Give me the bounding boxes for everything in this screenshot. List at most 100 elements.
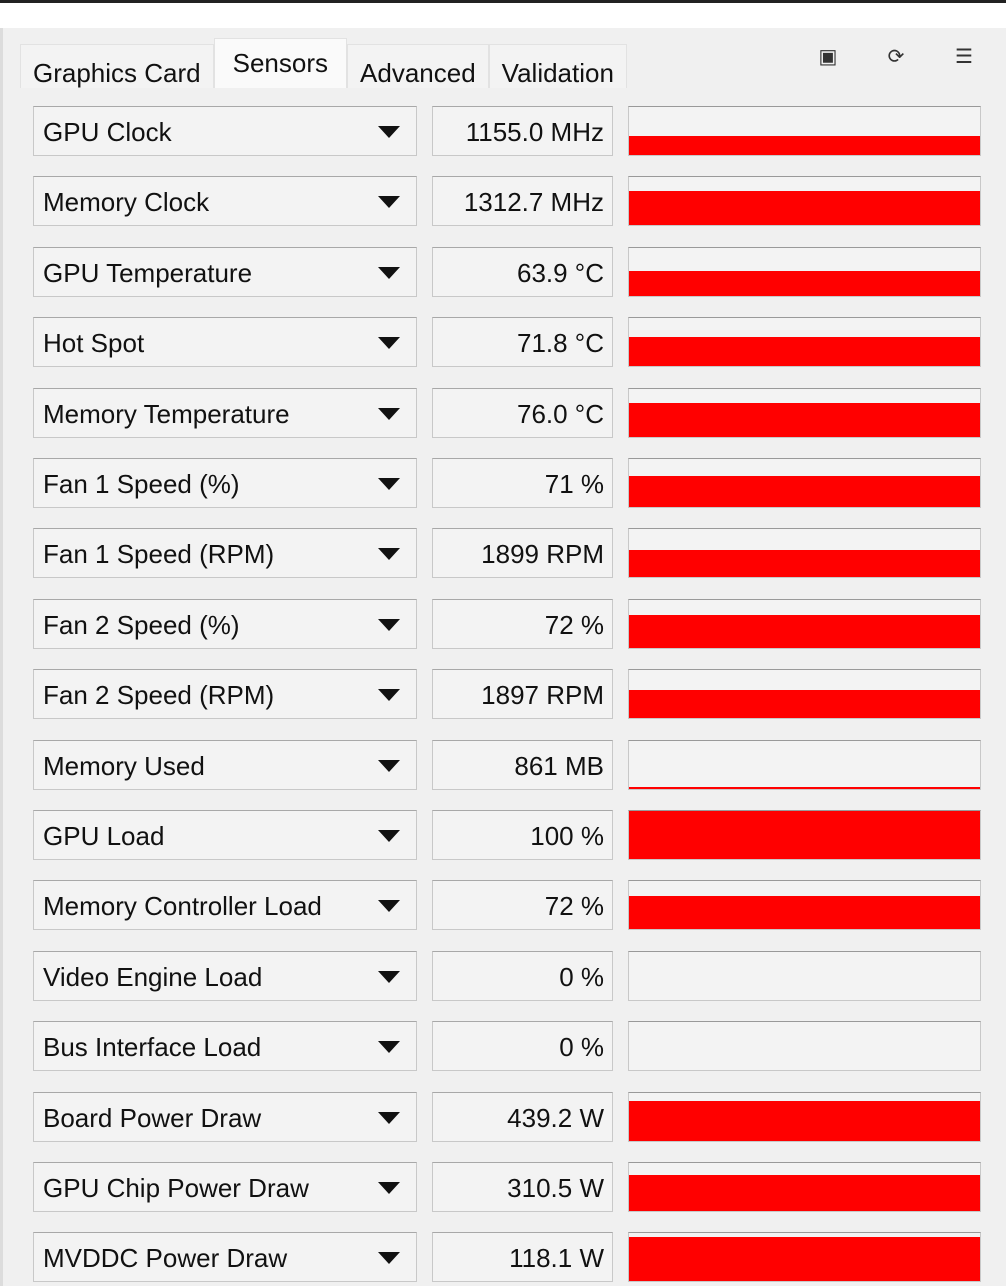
graph-fill: [629, 403, 980, 437]
dropdown-arrow-icon[interactable]: [378, 830, 400, 842]
sensor-name-dropdown[interactable]: Memory Clock: [33, 176, 417, 227]
sensor-value: 310.5 W: [432, 1162, 613, 1212]
sensor-graph[interactable]: [628, 669, 981, 720]
sensor-name: Memory Used: [43, 750, 205, 781]
sensor-name: Board Power Draw: [43, 1102, 262, 1133]
refresh-icon[interactable]: ⟳: [884, 44, 908, 69]
sensor-name-dropdown[interactable]: Fan 1 Speed (%): [33, 458, 417, 508]
dropdown-arrow-icon[interactable]: [378, 618, 400, 631]
sensor-name: Fan 2 Speed (RPM): [43, 680, 275, 711]
sensor-value: 118.1 W: [432, 1232, 613, 1283]
sensor-graph[interactable]: [628, 387, 981, 438]
tab-advanced[interactable]: Advanced: [347, 44, 489, 88]
dropdown-arrow-icon[interactable]: [378, 478, 400, 490]
graph-fill: [629, 690, 980, 719]
sensor-name: Hot Spot: [43, 328, 145, 359]
sensor-name: Bus Interface Load: [43, 1032, 262, 1063]
sensor-graph[interactable]: [628, 810, 981, 860]
sensor-value: 1312.7 MHz: [432, 176, 613, 227]
toolbar: ▣ ⟳ ☰: [816, 44, 976, 69]
sensor-value: 72 %: [432, 598, 613, 649]
sensor-graph[interactable]: [628, 1021, 981, 1072]
camera-icon[interactable]: ▣: [816, 44, 840, 69]
sensor-value: 71.8 °C: [432, 317, 613, 368]
sensor-name: GPU Chip Power Draw: [43, 1173, 309, 1203]
sensor-name-dropdown[interactable]: Video Engine Load: [33, 950, 417, 1001]
sensor-name: MVDDC Power Draw: [43, 1243, 288, 1274]
sensor-graph[interactable]: [628, 739, 981, 790]
dropdown-arrow-icon[interactable]: [378, 266, 400, 279]
sensor-name-dropdown[interactable]: Memory Used: [33, 739, 417, 790]
sensor-name: Fan 2 Speed (%): [43, 609, 240, 640]
sensor-name: Fan 1 Speed (RPM): [43, 539, 275, 570]
sensor-graph[interactable]: [628, 176, 981, 227]
sensor-value: 76.0 °C: [432, 387, 613, 438]
dropdown-arrow-icon[interactable]: [378, 759, 400, 772]
sensor-value: 100 %: [432, 810, 613, 860]
dropdown-arrow-icon[interactable]: [378, 1182, 400, 1194]
sensor-name-dropdown[interactable]: GPU Temperature: [33, 246, 417, 297]
graph-fill: [629, 615, 980, 648]
sensor-value: 1899 RPM: [432, 528, 613, 579]
sensor-name-dropdown[interactable]: Fan 2 Speed (RPM): [33, 669, 417, 720]
sensor-name-dropdown[interactable]: Hot Spot: [33, 317, 417, 368]
dropdown-arrow-icon[interactable]: [378, 196, 400, 209]
dropdown-arrow-icon[interactable]: [378, 1252, 400, 1265]
dropdown-arrow-icon[interactable]: [378, 407, 400, 420]
sensor-value: 439.2 W: [432, 1091, 613, 1142]
dropdown-arrow-icon[interactable]: [378, 337, 400, 350]
sensor-name-dropdown[interactable]: Memory Temperature: [33, 387, 417, 438]
tab-bar: Graphics Card Sensors Advanced Validatio…: [20, 38, 627, 88]
sensor-graph[interactable]: [628, 1232, 981, 1283]
sensor-graph[interactable]: [628, 317, 981, 368]
sensor-graph[interactable]: [628, 458, 981, 508]
dropdown-arrow-icon[interactable]: [378, 1111, 400, 1124]
dropdown-arrow-icon[interactable]: [378, 970, 400, 983]
sensor-name: Memory Clock: [43, 187, 210, 218]
sensor-graph[interactable]: [628, 528, 981, 579]
sensor-name-dropdown[interactable]: Bus Interface Load: [33, 1021, 417, 1072]
sensor-graph[interactable]: [628, 598, 981, 649]
sensor-name: GPU Load: [43, 821, 165, 851]
sensor-graph[interactable]: [628, 246, 981, 297]
sensor-graph[interactable]: [628, 1162, 981, 1212]
sensor-name: GPU Clock: [43, 117, 172, 147]
sensor-name-dropdown[interactable]: GPU Clock: [33, 106, 417, 156]
graph-fill: [629, 1101, 980, 1141]
sensor-name-dropdown[interactable]: Fan 1 Speed (RPM): [33, 528, 417, 579]
sensor-name-dropdown[interactable]: GPU Load: [33, 810, 417, 860]
sensor-name-dropdown[interactable]: GPU Chip Power Draw: [33, 1162, 417, 1212]
sensor-value: 1897 RPM: [432, 669, 613, 720]
tab-sensors[interactable]: Sensors: [213, 38, 348, 88]
sensor-name: Memory Controller Load: [43, 891, 322, 922]
sensor-graph[interactable]: [628, 106, 981, 156]
dropdown-arrow-icon[interactable]: [378, 1041, 400, 1054]
sensor-graph[interactable]: [628, 1091, 981, 1142]
dropdown-arrow-icon[interactable]: [378, 126, 400, 138]
tab-graphics-card[interactable]: Graphics Card: [20, 44, 214, 88]
graph-fill: [629, 549, 980, 578]
sensor-name-dropdown[interactable]: Fan 2 Speed (%): [33, 598, 417, 649]
sensor-graph[interactable]: [628, 880, 981, 931]
title-bar: [0, 0, 1006, 28]
sensor-value: 0 %: [432, 950, 613, 1001]
sensor-value: 71 %: [432, 458, 613, 508]
sensor-name: Video Engine Load: [43, 961, 263, 992]
sensor-name: GPU Temperature: [43, 257, 253, 288]
graph-fill: [629, 1175, 980, 1211]
sensor-name-dropdown[interactable]: MVDDC Power Draw: [33, 1232, 417, 1283]
sensor-name-dropdown[interactable]: Memory Controller Load: [33, 880, 417, 931]
sensor-value: 0 %: [432, 1021, 613, 1072]
sensor-graph[interactable]: [628, 950, 981, 1001]
sensor-value: 861 MB: [432, 739, 613, 790]
graph-fill: [629, 811, 980, 859]
sensor-name: Memory Temperature: [43, 398, 290, 429]
menu-icon[interactable]: ☰: [952, 44, 976, 69]
dropdown-arrow-icon[interactable]: [378, 548, 400, 561]
dropdown-arrow-icon[interactable]: [378, 689, 400, 702]
sensor-value: 63.9 °C: [432, 246, 613, 297]
tab-validation[interactable]: Validation: [488, 44, 627, 88]
dropdown-arrow-icon[interactable]: [378, 900, 400, 913]
graph-fill: [629, 190, 980, 226]
sensor-name-dropdown[interactable]: Board Power Draw: [33, 1091, 417, 1142]
